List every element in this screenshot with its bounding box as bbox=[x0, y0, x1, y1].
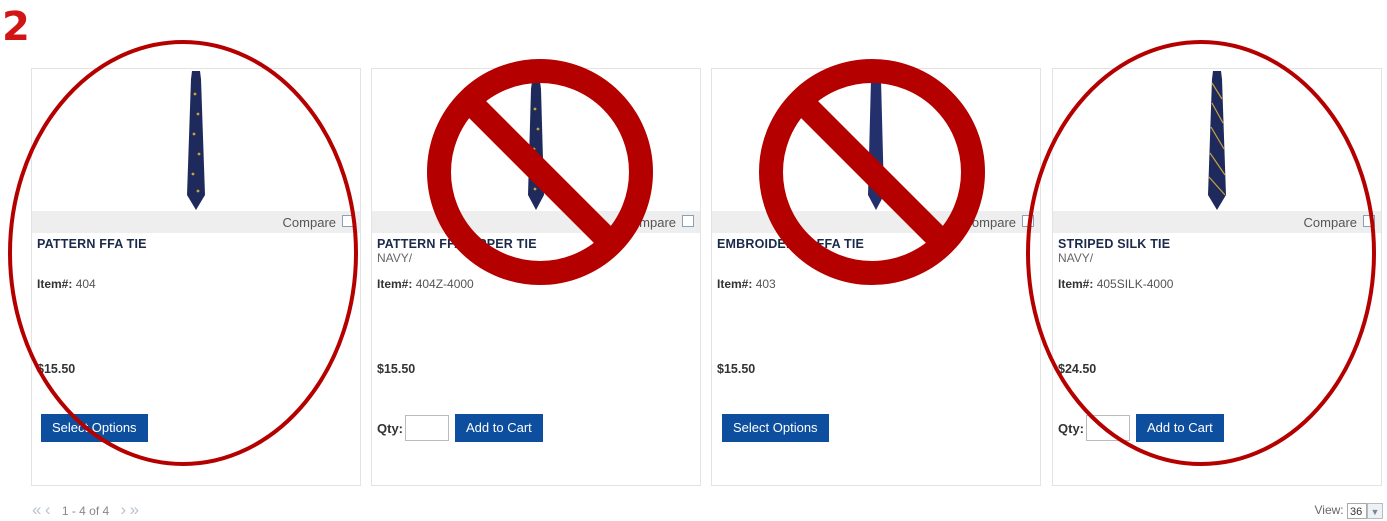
select-options-button[interactable]: Select Options bbox=[41, 414, 148, 442]
item-number: Item#: 404Z-4000 bbox=[377, 277, 474, 291]
product-title[interactable]: STRIPED SILK TIE bbox=[1058, 237, 1170, 251]
quantity-input[interactable] bbox=[1086, 415, 1130, 441]
product-title[interactable]: EMBROIDERED FFA TIE bbox=[717, 237, 864, 251]
product-title[interactable]: PATTERN FFA TIE bbox=[37, 237, 147, 251]
view-selector: View: 36 ▼ bbox=[1315, 503, 1383, 519]
compare-checkbox[interactable] bbox=[1022, 215, 1034, 227]
product-card: Compare EMBROIDERED FFA TIE Item#: 403 $… bbox=[711, 68, 1041, 486]
next-page-icon[interactable]: › bbox=[121, 500, 127, 519]
select-options-button[interactable]: Select Options bbox=[722, 414, 829, 442]
item-value: 404 bbox=[75, 277, 96, 291]
product-price: $24.50 bbox=[1058, 362, 1097, 376]
item-value: 405SILK-4000 bbox=[1096, 277, 1174, 291]
item-label: Item#: bbox=[377, 277, 413, 291]
pagination: « ‹ 1 - 4 of 4 › » bbox=[32, 500, 139, 520]
qty-label: Qty: bbox=[1058, 421, 1084, 436]
product-image[interactable] bbox=[372, 69, 700, 211]
compare-label: Compare bbox=[1303, 215, 1357, 230]
item-number: Item#: 405SILK-4000 bbox=[1058, 277, 1173, 291]
product-title[interactable]: PATTERN FFA ZIPPER TIE bbox=[377, 237, 537, 251]
compare-checkbox[interactable] bbox=[1363, 215, 1375, 227]
compare-label: Compare bbox=[962, 215, 1016, 230]
compare-label: Compare bbox=[622, 215, 676, 230]
add-to-cart-button[interactable]: Add to Cart bbox=[455, 414, 543, 442]
compare-bar: Compare bbox=[32, 211, 360, 233]
compare-bar: Compare bbox=[372, 211, 700, 233]
tie-image bbox=[868, 71, 884, 210]
compare-label: Compare bbox=[282, 215, 336, 230]
product-card: Compare PATTERN FFA ZIPPER TIE NAVY/ Ite… bbox=[371, 68, 701, 486]
tie-image bbox=[1208, 71, 1226, 210]
product-image[interactable] bbox=[1053, 69, 1381, 211]
last-page-icon[interactable]: » bbox=[130, 500, 139, 519]
view-select[interactable]: 36 bbox=[1347, 503, 1367, 519]
item-label: Item#: bbox=[37, 277, 73, 291]
view-label: View: bbox=[1314, 503, 1344, 518]
product-card: Compare STRIPED SILK TIE NAVY/ Item#: 40… bbox=[1052, 68, 1382, 486]
page-range: 1 - 4 of 4 bbox=[61, 504, 110, 518]
product-card: Compare PATTERN FFA TIE Item#: 404 $15.5… bbox=[31, 68, 361, 486]
quantity-input[interactable] bbox=[405, 415, 449, 441]
add-to-cart-button[interactable]: Add to Cart bbox=[1136, 414, 1224, 442]
chevron-down-icon[interactable]: ▼ bbox=[1367, 503, 1383, 519]
step-number: 2 bbox=[2, 4, 30, 50]
item-number: Item#: 404 bbox=[37, 277, 96, 291]
item-label: Item#: bbox=[717, 277, 753, 291]
tie-image bbox=[187, 71, 205, 210]
product-image[interactable] bbox=[712, 69, 1040, 211]
first-page-icon[interactable]: « bbox=[32, 500, 41, 519]
prev-page-icon[interactable]: ‹ bbox=[45, 500, 51, 519]
compare-checkbox[interactable] bbox=[682, 215, 694, 227]
item-number: Item#: 403 bbox=[717, 277, 776, 291]
item-value: 404Z-4000 bbox=[415, 277, 474, 291]
product-variant: NAVY/ bbox=[377, 251, 413, 265]
qty-label: Qty: bbox=[377, 421, 403, 436]
product-variant: NAVY/ bbox=[1058, 251, 1094, 265]
compare-bar: Compare bbox=[712, 211, 1040, 233]
product-price: $15.50 bbox=[377, 362, 416, 376]
product-image[interactable] bbox=[32, 69, 360, 211]
tie-image bbox=[525, 70, 547, 210]
item-value: 403 bbox=[755, 277, 776, 291]
product-price: $15.50 bbox=[717, 362, 756, 376]
compare-checkbox[interactable] bbox=[342, 215, 354, 227]
item-label: Item#: bbox=[1058, 277, 1094, 291]
compare-bar: Compare bbox=[1053, 211, 1381, 233]
product-price: $15.50 bbox=[37, 362, 76, 376]
